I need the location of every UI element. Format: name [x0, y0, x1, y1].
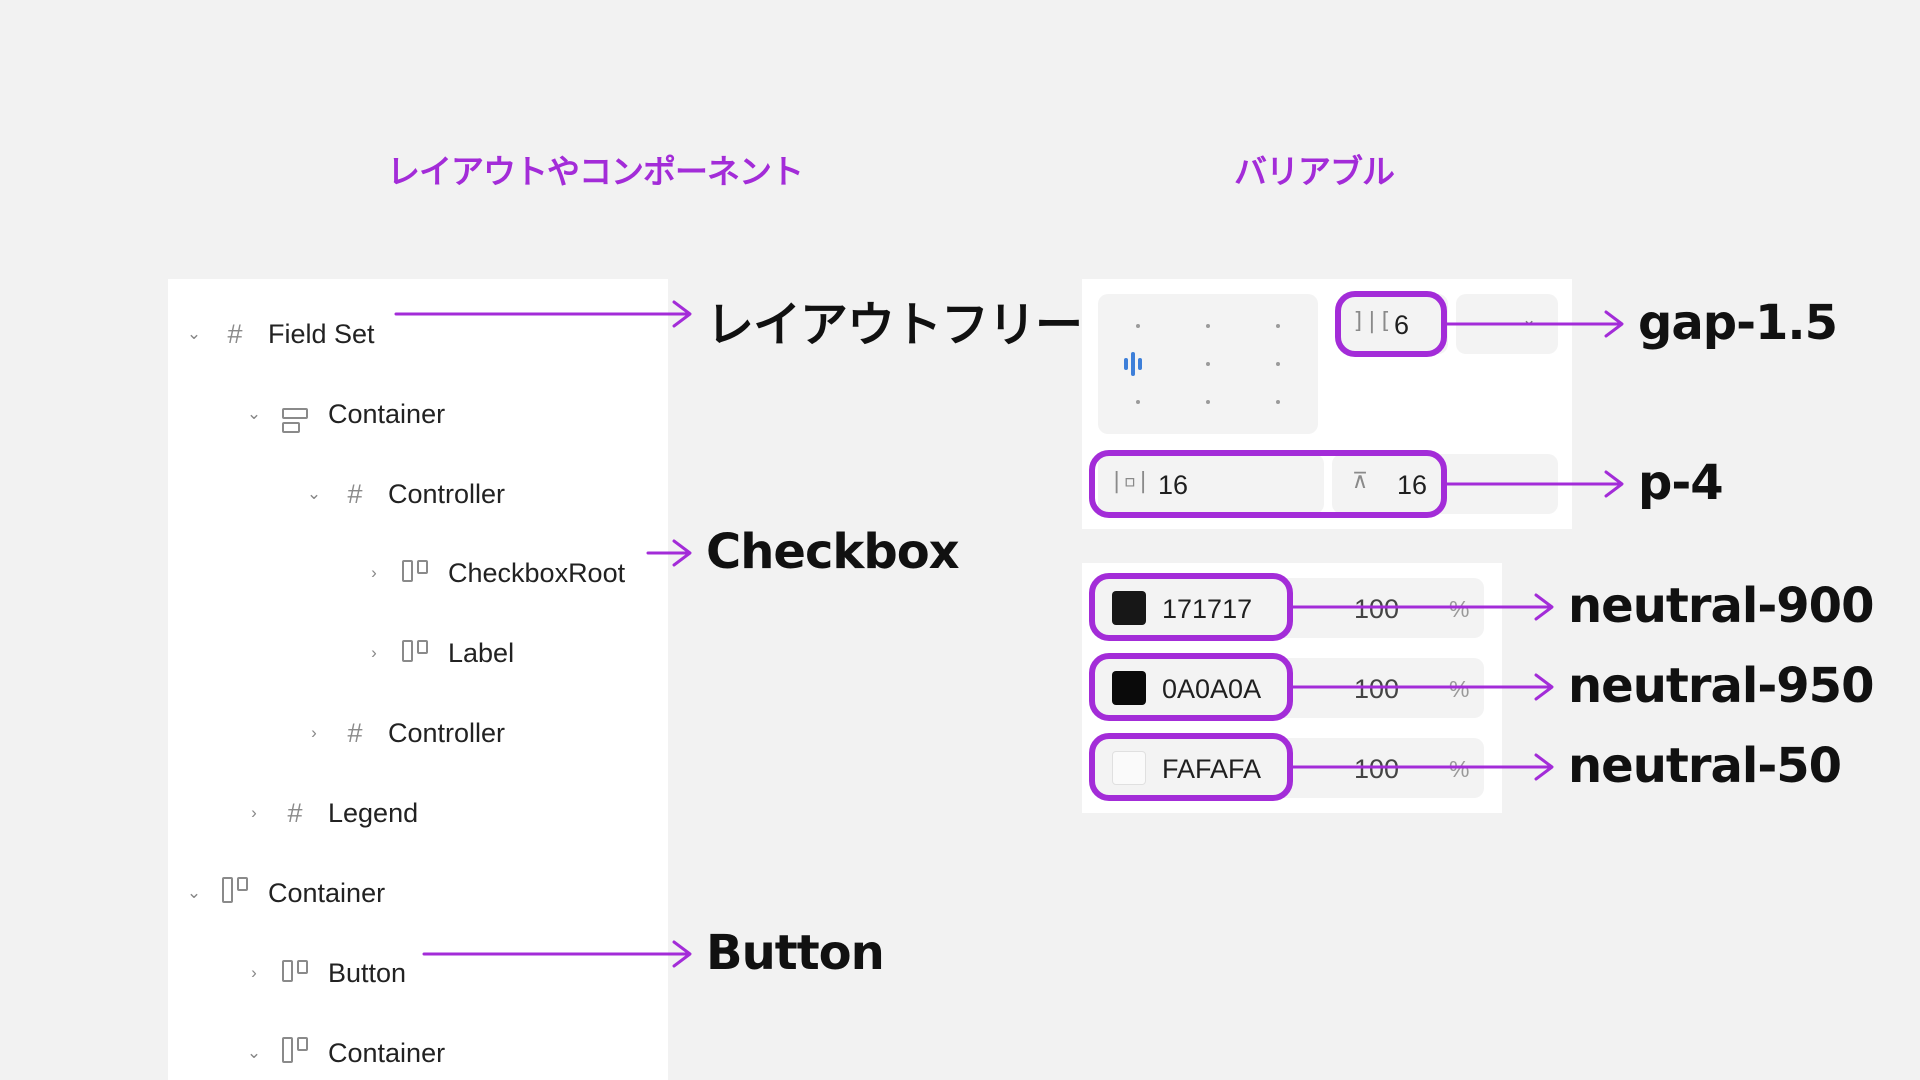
label-checkbox: Checkbox: [706, 524, 960, 580]
label-neutral-50: neutral-50: [1568, 738, 1842, 794]
label-neutral-900: neutral-900: [1568, 578, 1874, 634]
label-layout-tree: レイアウトフリー: [706, 297, 1083, 353]
label-padding: p-4: [1638, 455, 1724, 511]
label-neutral-950: neutral-950: [1568, 658, 1874, 714]
label-button: Button: [706, 925, 885, 981]
annotation-arrows: [394, 300, 1624, 968]
label-gap: gap-1.5: [1638, 295, 1838, 351]
